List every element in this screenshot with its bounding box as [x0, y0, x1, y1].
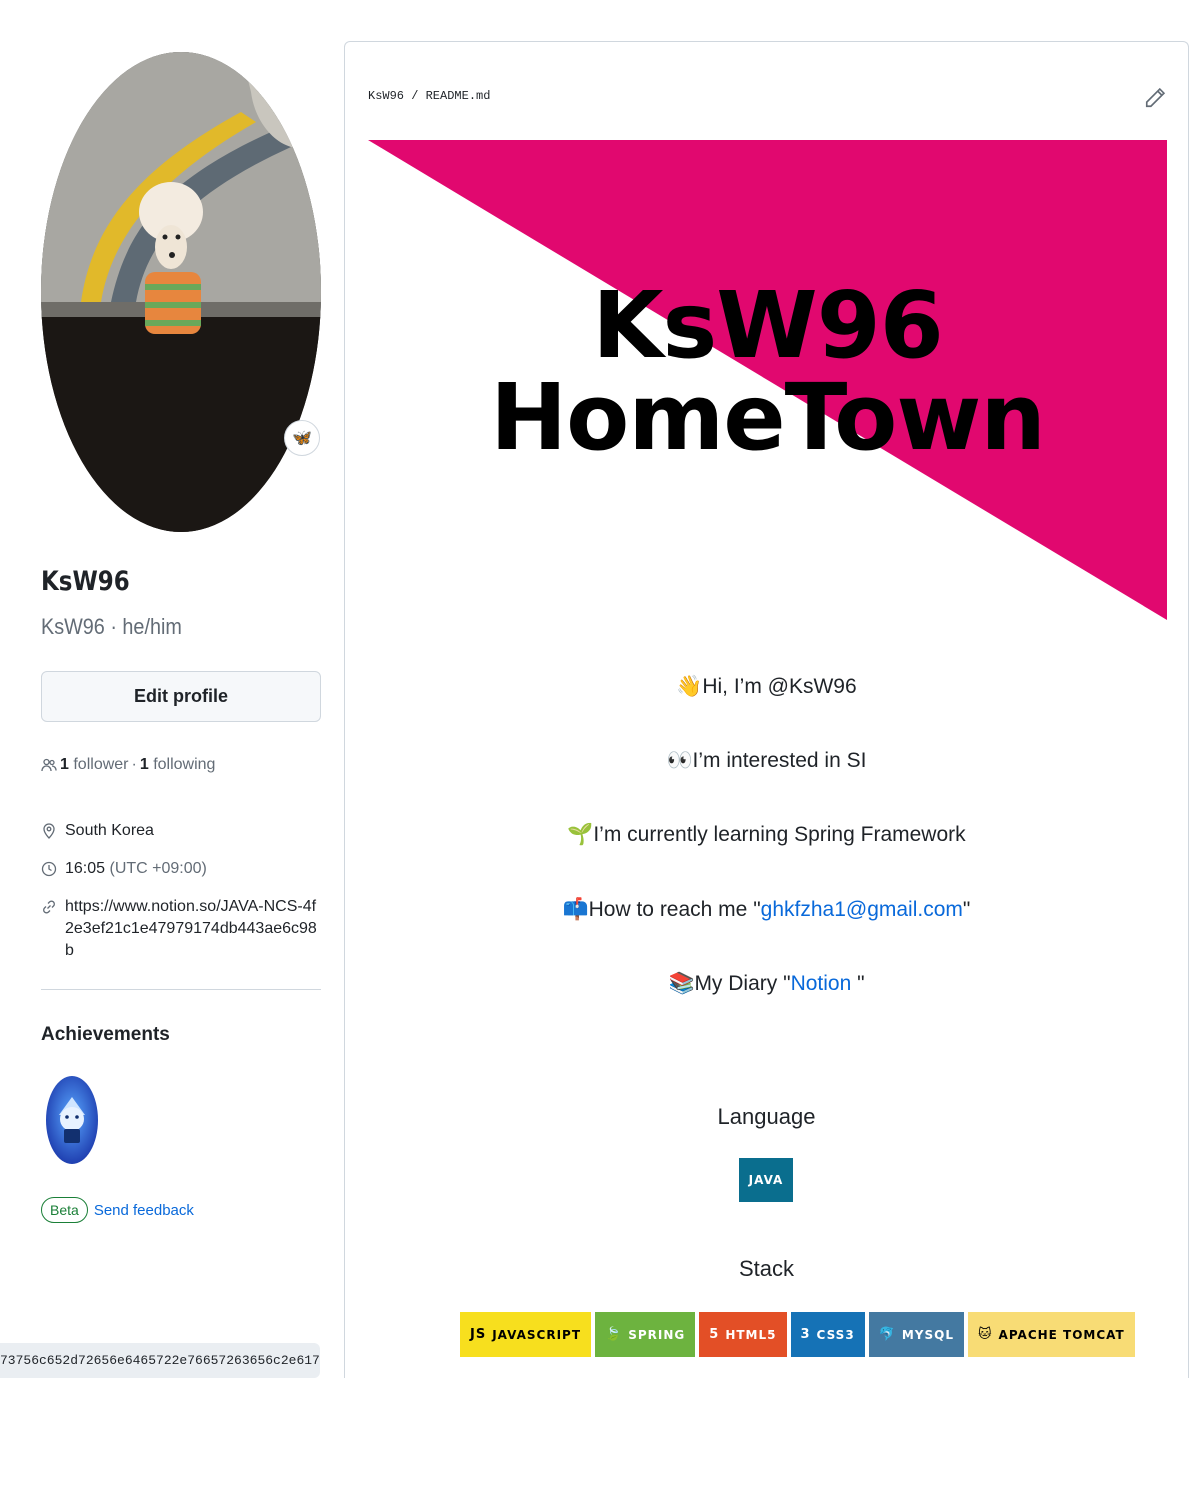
beta-label: Beta [41, 1197, 88, 1223]
java-badge[interactable]: JAVA [739, 1158, 793, 1202]
url-hash-bar: 73756c652d72656e6465722e76657263656c2e61… [0, 1343, 320, 1378]
reach-prefix: How to reach me " [588, 898, 761, 921]
followers-link[interactable]: 1 follower [60, 756, 129, 774]
mailbox-icon: 📫 [562, 898, 589, 921]
stack-badge-label: SPRING [628, 1327, 686, 1342]
mysql-icon: 🐬 [878, 1327, 896, 1342]
followers-label: follower [73, 756, 129, 773]
local-time: 16:05 [65, 860, 106, 877]
following-count: 1 [139, 756, 149, 773]
follow-stats: 1 follower · 1 following [41, 756, 215, 774]
people-icon [41, 758, 57, 772]
css3-icon: 3 [800, 1327, 811, 1342]
avatar-photo [41, 52, 321, 532]
email-link[interactable]: ghkfzha1@gmail.com [761, 898, 963, 921]
sidebar-divider [41, 989, 321, 990]
shark-badge-icon [46, 1076, 98, 1164]
html5-icon: 5 [709, 1327, 720, 1342]
profile-login-pronouns: KsW96 · he/him [41, 614, 182, 639]
banner-title: KsW96 HomeTown [490, 272, 1046, 471]
stack-badge-html5[interactable]: 5 HTML5 [699, 1312, 787, 1357]
stack-heading: Stack [738, 1256, 795, 1281]
stack-badge-label: HTML5 [725, 1327, 777, 1342]
stack-badge-javascript[interactable]: JS JAVASCRIPT [460, 1312, 592, 1357]
interest-text: I’m interested in SI [692, 749, 867, 772]
send-feedback-link[interactable]: Send feedback [94, 1202, 194, 1219]
profile-name: KsW96 [41, 566, 130, 597]
profile-details: South Korea 16:05 (UTC +09:00) https://w… [41, 820, 321, 978]
readme-line-interest: 👀I’m interested in SI [345, 747, 1188, 775]
avatar[interactable] [41, 52, 321, 532]
edit-profile-button[interactable]: Edit profile [41, 671, 321, 722]
diary-prefix: My Diary " [694, 972, 791, 995]
books-icon: 📚 [668, 972, 695, 995]
readme-banner: KsW96 HomeTown [368, 140, 1167, 620]
readme-line-learning: 🌱I’m currently learning Spring Framework [345, 821, 1188, 849]
readme-line-diary: 📚My Diary "Notion " [345, 970, 1188, 998]
follow-separator: · [131, 756, 137, 773]
location-item: South Korea [41, 820, 321, 842]
stack-badge-css3[interactable]: 3 CSS3 [790, 1312, 865, 1357]
language-heading: Language [717, 1104, 816, 1129]
stack-badge-label: MYSQL [901, 1327, 954, 1342]
pencil-icon[interactable] [1144, 87, 1166, 109]
butterfly-icon: 🦋 [292, 430, 312, 447]
achievements-heading: Achievements [41, 1024, 170, 1045]
javascript-icon: JS [470, 1327, 487, 1342]
eyes-icon: 👀 [666, 749, 693, 772]
website-item: https://www.notion.so/JAVA-NCS-4f2e3ef21… [41, 896, 321, 962]
stack-badge-label: APACHE TOMCAT [998, 1327, 1125, 1342]
stack-badge-label: JAVASCRIPT [492, 1327, 582, 1342]
apache-tomcat-icon: 🐱 [977, 1327, 993, 1342]
readme-line-hi: 👋Hi, I’m @KsW96 [345, 673, 1188, 701]
stack-badges: JS JAVASCRIPT 🍃 SPRING 5 HTML5 3 CSS3 🐬 MYSQL 🐱 APA… [460, 1312, 1135, 1357]
location-icon [41, 820, 57, 842]
spring-icon: 🍃 [605, 1327, 623, 1342]
achievements-feedback: Beta Send feedback [41, 1197, 194, 1223]
diary-suffix: " [851, 972, 865, 995]
location-text: South Korea [65, 822, 154, 839]
stack-badge-mysql[interactable]: 🐬 MYSQL [868, 1312, 964, 1357]
waving-hand-icon: 👋 [676, 675, 703, 698]
clock-icon [41, 858, 57, 880]
seedling-icon: 🌱 [567, 823, 594, 846]
website-link[interactable]: https://www.notion.so/JAVA-NCS-4f2e3ef21… [65, 896, 321, 962]
timezone: (UTC +09:00) [109, 860, 207, 877]
stack-badge-spring[interactable]: 🍃 SPRING [595, 1312, 696, 1357]
notion-link[interactable]: Notion [791, 972, 852, 995]
stack-badge-apache-tomcat[interactable]: 🐱 APACHE TOMCAT [967, 1312, 1135, 1357]
achievement-badge[interactable] [45, 1075, 99, 1165]
local-time-item: 16:05 (UTC +09:00) [41, 858, 321, 880]
link-icon [41, 896, 57, 918]
following-link[interactable]: 1 following [140, 756, 216, 774]
learning-text: I’m currently learning Spring Framework [593, 823, 966, 846]
status-button[interactable]: 🦋 [284, 420, 320, 456]
followers-count: 1 [60, 756, 69, 773]
readme-line-reach: 📫How to reach me "ghkfzha1@gmail.com" [345, 896, 1188, 924]
following-label: following [153, 756, 216, 773]
stack-badge-label: CSS3 [816, 1327, 855, 1342]
readme-path[interactable]: KsW96 / README.md [368, 89, 490, 103]
reach-suffix: " [962, 898, 971, 921]
readme-card: KsW96 / README.md KsW96 HomeTown 👋Hi, I’… [344, 41, 1189, 1378]
hi-text: Hi, I’m @KsW96 [702, 675, 857, 698]
